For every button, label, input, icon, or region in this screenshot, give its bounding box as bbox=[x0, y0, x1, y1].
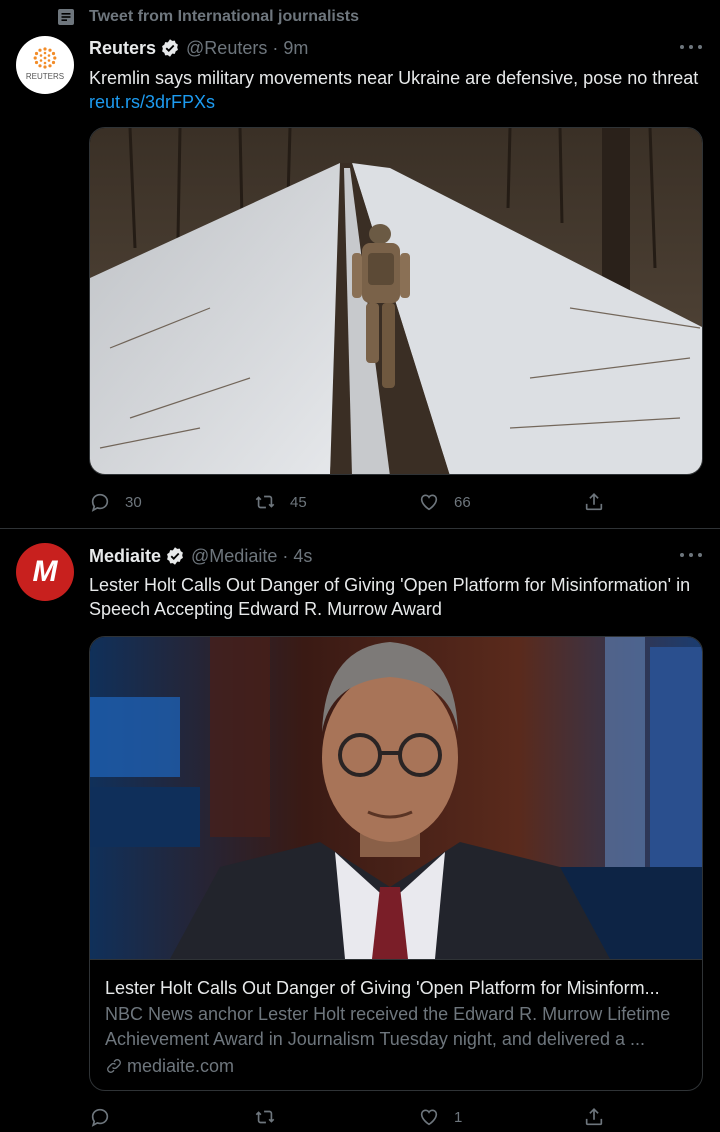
tweet-text: Kremlin says military movements near Ukr… bbox=[89, 66, 704, 114]
separator-dot: · bbox=[282, 545, 289, 566]
card-image bbox=[90, 637, 702, 959]
reply-button[interactable] bbox=[89, 1102, 125, 1132]
card-body: Lester Holt Calls Out Danger of Giving '… bbox=[90, 959, 702, 1090]
tweet-header: Reuters @Reuters · 9m bbox=[89, 35, 308, 61]
avatar-mediaite[interactable]: M bbox=[16, 543, 74, 601]
retweet-button[interactable]: 45 bbox=[254, 487, 307, 517]
share-icon bbox=[585, 1108, 603, 1126]
tweet-time[interactable]: 9m bbox=[283, 38, 308, 59]
reply-button[interactable]: 30 bbox=[89, 487, 142, 517]
reuters-logo-text: REUTERS bbox=[26, 72, 64, 81]
card-title[interactable]: Lester Holt Calls Out Danger of Giving '… bbox=[105, 976, 690, 1000]
avatar-reuters[interactable]: REUTERS bbox=[16, 36, 74, 94]
tweet-body: Kremlin says military movements near Ukr… bbox=[89, 68, 699, 88]
retweet-icon bbox=[255, 1110, 275, 1124]
retweet-icon bbox=[255, 495, 275, 509]
author-name[interactable]: Reuters bbox=[89, 38, 156, 59]
verified-badge-icon bbox=[162, 39, 178, 57]
like-button[interactable]: 66 bbox=[418, 487, 471, 517]
retweet-button[interactable] bbox=[254, 1102, 290, 1132]
tweet-photo[interactable] bbox=[89, 127, 703, 475]
tweet-link[interactable]: reut.rs/3drFPXs bbox=[89, 92, 215, 112]
share-icon bbox=[585, 493, 603, 511]
reply-icon bbox=[91, 1108, 109, 1127]
heart-icon bbox=[420, 494, 438, 511]
like-button[interactable]: 1 bbox=[418, 1102, 462, 1132]
more-options-icon[interactable] bbox=[680, 545, 702, 565]
author-handle[interactable]: @Reuters bbox=[186, 38, 267, 59]
card-domain-text: mediaite.com bbox=[127, 1055, 235, 1076]
tweet-header: Mediaite @Mediaite · 4s bbox=[89, 543, 312, 569]
reply-count: 30 bbox=[125, 493, 142, 511]
tweet-text: Lester Holt Calls Out Danger of Giving '… bbox=[89, 575, 691, 619]
author-name[interactable]: Mediaite bbox=[89, 546, 161, 567]
verified-badge-icon bbox=[167, 547, 183, 565]
tweet-actions: 1 bbox=[89, 1102, 703, 1132]
separator-dot: · bbox=[272, 37, 279, 58]
mediaite-logo-letter: M bbox=[32, 555, 58, 588]
card-description: NBC News anchor Lester Holt received the… bbox=[105, 1004, 671, 1049]
like-count: 1 bbox=[454, 1108, 463, 1126]
share-button[interactable] bbox=[583, 487, 605, 517]
like-count: 66 bbox=[454, 493, 471, 511]
tweet-reuters[interactable]: REUTERS Reuters @Reuters · 9m Kremlin sa… bbox=[0, 0, 720, 528]
heart-icon bbox=[420, 1109, 438, 1126]
reply-icon bbox=[91, 493, 109, 512]
retweet-count: 45 bbox=[290, 493, 307, 511]
author-handle[interactable]: @Mediaite bbox=[191, 546, 277, 567]
link-icon bbox=[107, 1059, 121, 1073]
reuters-logo: REUTERS bbox=[26, 47, 64, 81]
tweet-actions: 30 45 66 bbox=[89, 487, 703, 517]
trench-photo bbox=[90, 128, 702, 474]
card-domain[interactable]: mediaite.com bbox=[105, 1054, 234, 1078]
link-card[interactable]: Lester Holt Calls Out Danger of Giving '… bbox=[89, 636, 703, 1091]
tweet-time[interactable]: 4s bbox=[293, 546, 312, 567]
more-options-icon[interactable] bbox=[680, 37, 702, 57]
share-button[interactable] bbox=[583, 1102, 605, 1132]
